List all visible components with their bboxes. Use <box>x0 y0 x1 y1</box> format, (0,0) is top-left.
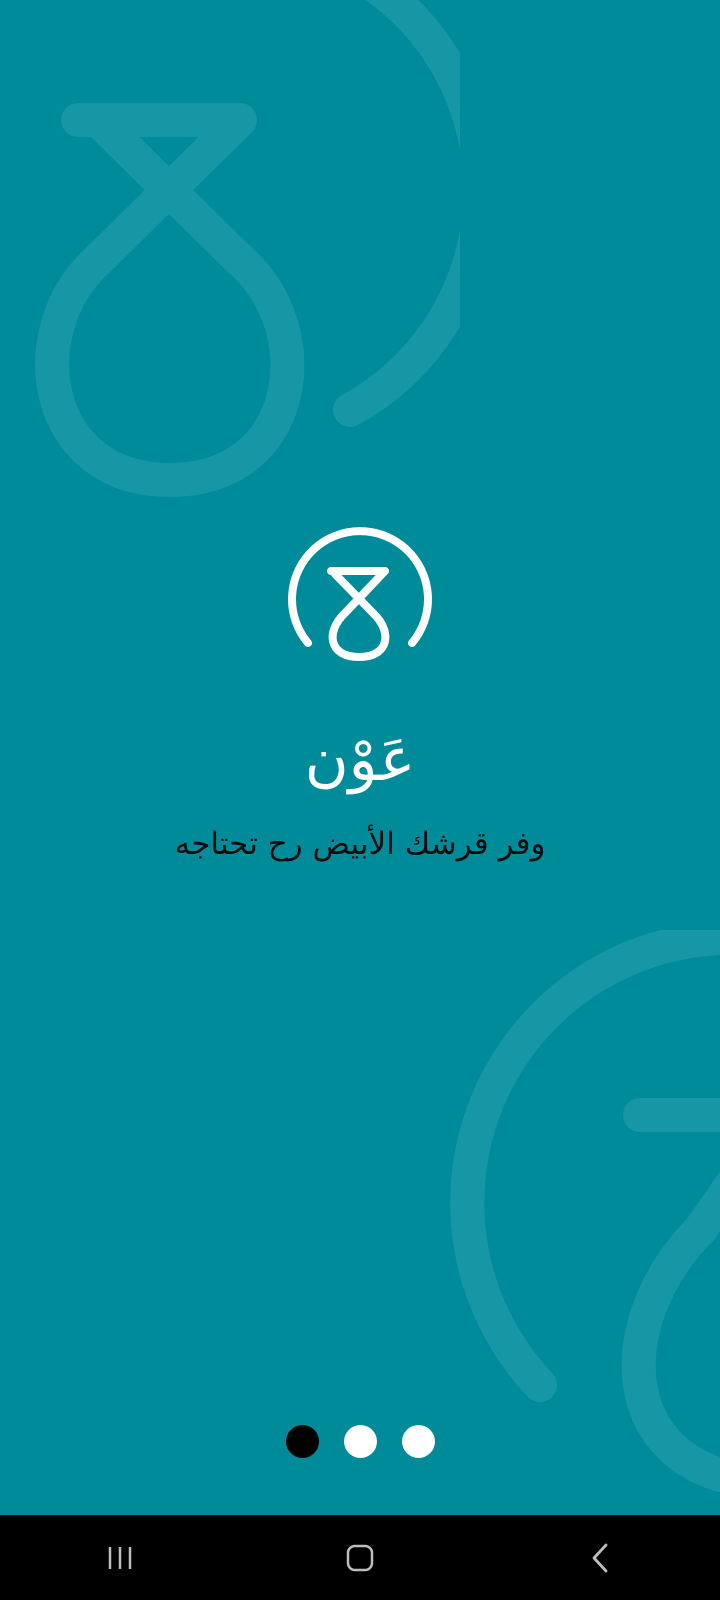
recents-icon <box>108 1546 132 1569</box>
page-dot-3[interactable] <box>401 1425 435 1458</box>
app-tagline: وفر قرشك الأبيض رح تحتاجه <box>174 826 546 862</box>
back-icon <box>592 1543 608 1572</box>
page-indicator <box>0 1425 720 1459</box>
home-icon <box>346 1544 374 1571</box>
background-watermark-logo-bottom <box>450 930 720 1510</box>
background-watermark-logo-top <box>0 0 460 500</box>
watermark-logo-icon-2 <box>450 930 720 1492</box>
system-navigation-bar <box>0 1515 720 1600</box>
app-logo <box>287 524 433 670</box>
page-dot-1[interactable] <box>285 1425 319 1458</box>
back-button[interactable] <box>540 1515 660 1600</box>
app-name: عَوْن <box>304 725 416 795</box>
home-button[interactable] <box>300 1515 420 1600</box>
watermark-logo-icon <box>35 0 460 497</box>
recents-button[interactable] <box>60 1515 180 1600</box>
ayn-ring-logo-icon <box>288 527 432 661</box>
page-dot-2[interactable] <box>343 1425 377 1458</box>
onboarding-screen: عَوْن وفر قرشك الأبيض رح تحتاجه <box>0 0 720 1515</box>
